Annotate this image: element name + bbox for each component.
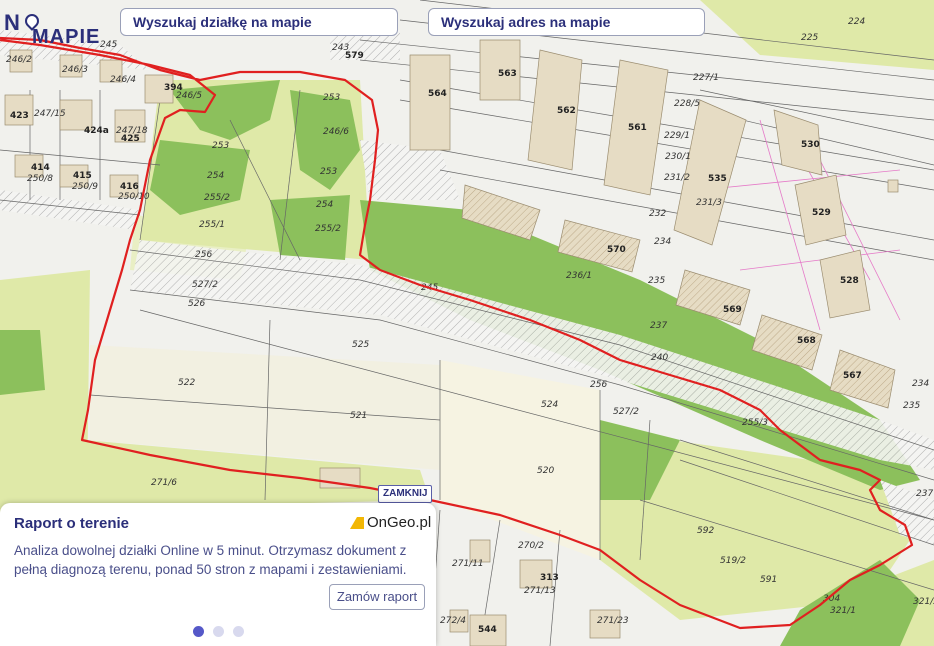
svg-text:253: 253 <box>320 167 337 177</box>
svg-text:528: 528 <box>840 276 859 286</box>
svg-text:562: 562 <box>557 106 576 116</box>
search-address-label: Wyszukaj adres na mapie <box>441 14 611 30</box>
close-button[interactable]: ZAMKNIJ <box>378 485 433 503</box>
svg-text:255/1: 255/1 <box>199 220 225 230</box>
svg-text:520: 520 <box>537 466 554 476</box>
svg-text:224: 224 <box>848 17 865 27</box>
carousel-dot-3[interactable] <box>233 626 244 637</box>
svg-text:272/4: 272/4 <box>440 616 466 626</box>
svg-text:235: 235 <box>903 401 920 411</box>
svg-text:592: 592 <box>697 526 714 536</box>
svg-text:424a: 424a <box>84 126 109 136</box>
svg-text:240: 240 <box>651 353 668 363</box>
svg-text:247/15: 247/15 <box>34 109 66 119</box>
svg-text:254: 254 <box>316 200 333 210</box>
svg-text:255/3: 255/3 <box>742 418 768 428</box>
svg-text:236/1: 236/1 <box>566 271 592 281</box>
svg-text:230/1: 230/1 <box>665 152 691 162</box>
svg-text:313: 313 <box>540 573 559 583</box>
svg-text:271/6: 271/6 <box>151 478 177 488</box>
svg-text:253: 253 <box>212 141 229 151</box>
order-report-button[interactable]: Zamów raport <box>329 584 425 610</box>
svg-text:525: 525 <box>352 340 369 350</box>
svg-text:563: 563 <box>498 69 517 79</box>
svg-text:237: 237 <box>650 321 667 331</box>
svg-text:234: 234 <box>654 237 671 247</box>
nomapie-logo[interactable]: N MAPIE <box>4 10 104 48</box>
svg-text:524: 524 <box>541 400 558 410</box>
svg-text:561: 561 <box>628 123 647 133</box>
ongeo-logo-icon <box>350 516 364 529</box>
svg-text:231/2: 231/2 <box>664 173 690 183</box>
report-title: Raport o terenie <box>14 515 130 532</box>
svg-text:527/2: 527/2 <box>613 407 639 417</box>
svg-text:237: 237 <box>916 489 933 499</box>
svg-text:529: 529 <box>812 208 831 218</box>
svg-text:255/2: 255/2 <box>315 224 341 234</box>
svg-text:250/9: 250/9 <box>72 182 98 192</box>
carousel-dot-1[interactable] <box>193 626 204 637</box>
svg-text:570: 570 <box>607 245 626 255</box>
svg-text:270/2: 270/2 <box>518 541 544 551</box>
ongeo-brand[interactable]: OnGeo.pl <box>350 514 431 531</box>
search-address-input[interactable]: Wyszukaj adres na mapie <box>428 8 705 36</box>
svg-text:321/1: 321/1 <box>830 606 856 616</box>
svg-text:253: 253 <box>323 93 340 103</box>
svg-text:568: 568 <box>797 336 816 346</box>
report-panel: Raport o terenie OnGeo.pl Analiza dowoln… <box>0 503 436 646</box>
logo-wordmark: MAPIE <box>32 26 101 48</box>
svg-text:544: 544 <box>478 625 497 635</box>
carousel-dots <box>193 626 244 637</box>
svg-text:522: 522 <box>178 378 195 388</box>
svg-text:246/2: 246/2 <box>6 55 32 65</box>
svg-text:255/2: 255/2 <box>204 193 230 203</box>
svg-text:231/3: 231/3 <box>696 198 722 208</box>
svg-text:423: 423 <box>10 111 29 121</box>
svg-text:232: 232 <box>649 209 666 219</box>
svg-text:271/13: 271/13 <box>524 586 556 596</box>
carousel-dot-2[interactable] <box>213 626 224 637</box>
svg-text:256: 256 <box>590 380 607 390</box>
svg-text:229/1: 229/1 <box>664 131 690 141</box>
svg-text:530: 530 <box>801 140 820 150</box>
svg-text:256: 256 <box>195 250 212 260</box>
svg-text:246/4: 246/4 <box>110 75 136 85</box>
svg-text:526: 526 <box>188 299 205 309</box>
svg-text:234: 234 <box>912 379 929 389</box>
svg-text:591: 591 <box>760 575 777 585</box>
svg-text:415: 415 <box>73 171 92 181</box>
svg-text:246/6: 246/6 <box>323 127 349 137</box>
svg-text:567: 567 <box>843 371 862 381</box>
svg-text:225: 225 <box>801 33 818 43</box>
svg-text:250/8: 250/8 <box>27 174 53 184</box>
ongeo-brand-label: OnGeo.pl <box>367 514 432 531</box>
svg-text:416: 416 <box>120 182 139 192</box>
logo-letter-n: N <box>4 10 21 35</box>
svg-text:235: 235 <box>648 276 665 286</box>
svg-text:321/2: 321/2 <box>913 597 934 607</box>
svg-text:228/5: 228/5 <box>674 99 700 109</box>
svg-text:535: 535 <box>708 174 727 184</box>
svg-text:227/1: 227/1 <box>693 73 719 83</box>
svg-text:579: 579 <box>345 51 364 61</box>
svg-text:521: 521 <box>350 411 367 421</box>
svg-text:527/2: 527/2 <box>192 280 218 290</box>
svg-text:414: 414 <box>31 163 50 173</box>
svg-text:394: 394 <box>164 83 183 93</box>
svg-text:519/2: 519/2 <box>720 556 746 566</box>
svg-text:271/11: 271/11 <box>452 559 484 569</box>
report-description: Analiza dowolnej działki Online w 5 minu… <box>14 543 407 577</box>
svg-text:254: 254 <box>207 171 224 181</box>
svg-text:271/23: 271/23 <box>597 616 629 626</box>
search-parcel-label: Wyszukaj działkę na mapie <box>133 14 312 30</box>
search-parcel-input[interactable]: Wyszukaj działkę na mapie <box>120 8 398 36</box>
svg-text:564: 564 <box>428 89 447 99</box>
svg-text:246/3: 246/3 <box>62 65 88 75</box>
svg-text:250/10: 250/10 <box>118 192 150 202</box>
svg-text:425: 425 <box>121 134 140 144</box>
svg-text:569: 569 <box>723 305 742 315</box>
